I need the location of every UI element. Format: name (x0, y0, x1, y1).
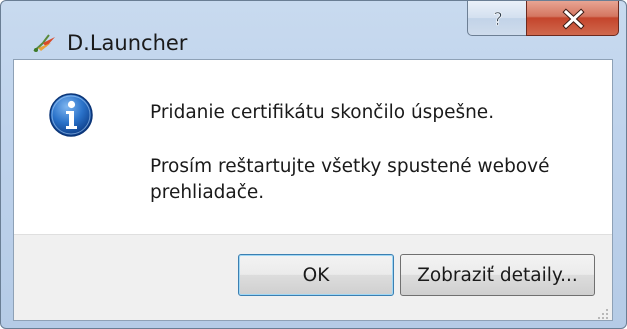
app-logo-icon (31, 31, 59, 55)
question-icon: ? (493, 9, 503, 31)
button-bar: OK Zobraziť detaily... (14, 234, 612, 320)
resize-grip-icon[interactable] (597, 305, 609, 319)
title-bar[interactable]: D.Launcher ? (1, 1, 626, 59)
message-area: Pridanie certifikátu skončilo úspešne. P… (14, 60, 612, 234)
dialog-window: D.Launcher ? Pridanie certifikátu skonči… (0, 0, 627, 329)
info-icon (48, 92, 94, 138)
help-button[interactable]: ? (467, 1, 527, 36)
show-details-button[interactable]: Zobraziť detaily... (400, 254, 595, 296)
message-line-1: Pridanie certifikátu skončilo úspešne. (150, 102, 495, 123)
ok-button[interactable]: OK (238, 254, 394, 296)
close-button[interactable] (526, 1, 619, 36)
close-icon (562, 8, 585, 30)
dialog-body: Pridanie certifikátu skončilo úspešne. P… (13, 59, 613, 321)
window-title: D.Launcher (67, 31, 188, 55)
message-line-2: Prosím reštartujte všetky spustené webov… (150, 156, 550, 203)
svg-text:?: ? (493, 9, 503, 30)
